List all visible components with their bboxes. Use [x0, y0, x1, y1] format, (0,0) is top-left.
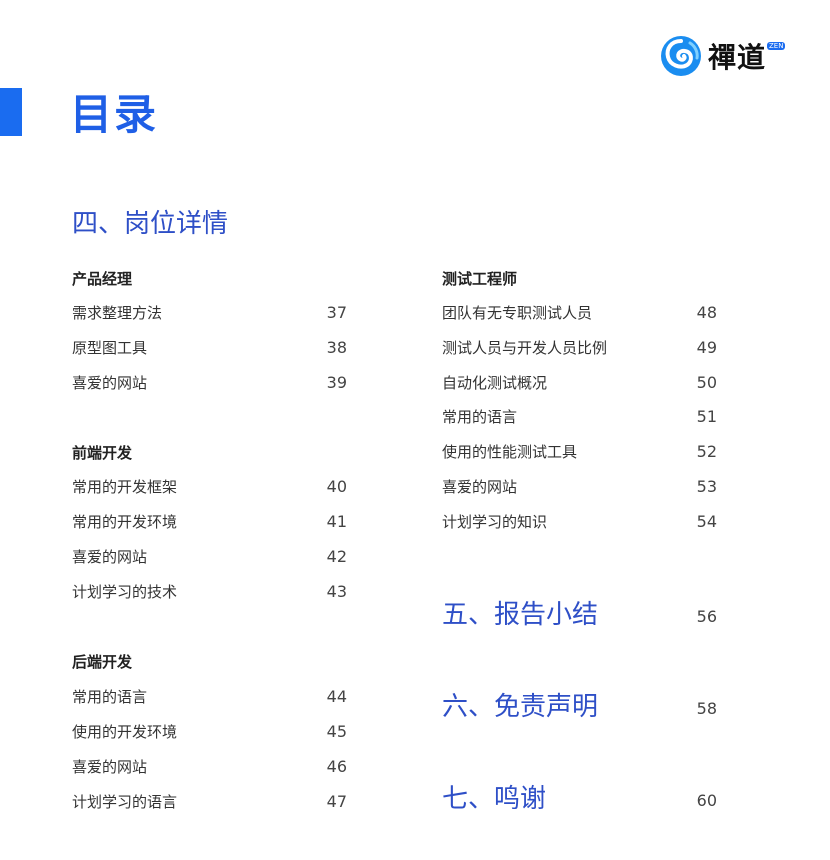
- toc-entry-page: 44: [326, 686, 347, 706]
- toc-entry-page: 37: [326, 302, 347, 322]
- toc-entry-label: 测试人员与开发人员比例: [442, 338, 608, 357]
- toc-entry[interactable]: 常用的语言 51: [442, 405, 717, 427]
- toc-entry-label: 计划学习的知识: [442, 512, 548, 531]
- toc-entry-label: 团队有无专职测试人员: [442, 303, 593, 322]
- logo-badge: ZEN: [767, 42, 786, 50]
- title-accent-bar: [0, 88, 22, 136]
- toc-entry-page: 47: [326, 791, 347, 811]
- toc-entry-label: 常用的语言: [442, 407, 518, 426]
- toc-entry-label: 原型图工具: [72, 338, 148, 357]
- toc-entry[interactable]: 常用的语言 44: [72, 685, 347, 707]
- toc-entry-label: 计划学习的语言: [72, 792, 178, 811]
- toc-entry[interactable]: 喜爱的网站 42: [72, 545, 347, 567]
- toc-entry[interactable]: 使用的开发环境 45: [72, 720, 347, 742]
- toc-entry[interactable]: 团队有无专职测试人员 48: [442, 301, 717, 323]
- toc-entry-label: 喜爱的网站: [72, 373, 148, 392]
- toc-section-disclaimer[interactable]: 六、免责声明 58: [442, 684, 717, 724]
- logo-text: 禪道: [708, 41, 767, 74]
- zentao-logo-icon: [661, 36, 701, 76]
- toc-entry-label: 喜爱的网站: [72, 547, 148, 566]
- toc-entry-label: 喜爱的网站: [72, 757, 148, 776]
- toc-entry-page: 53: [696, 476, 717, 496]
- group-title-backend: 后端开发: [72, 653, 133, 671]
- toc-entry[interactable]: 原型图工具 38: [72, 336, 347, 358]
- page-title: 目录: [70, 90, 159, 139]
- toc-entry-label: 需求整理方法: [72, 303, 163, 322]
- toc-entry-page: 39: [326, 372, 347, 392]
- group-title-test-engineer: 测试工程师: [442, 270, 518, 288]
- toc-section-page: 58: [696, 698, 717, 718]
- toc-section-summary[interactable]: 五、报告小结 56: [442, 592, 717, 632]
- toc-entry-label: 喜爱的网站: [442, 477, 518, 496]
- toc-entry-label: 使用的性能测试工具: [442, 442, 578, 461]
- toc-section-label: 五、报告小结: [442, 599, 599, 630]
- toc-entry[interactable]: 常用的开发环境 41: [72, 510, 347, 532]
- toc-entry-label: 常用的开发框架: [72, 477, 178, 496]
- toc-section-acknowledgements[interactable]: 七、鸣谢 60: [442, 776, 717, 816]
- toc-entry[interactable]: 喜爱的网站 46: [72, 755, 347, 777]
- group-title-product-manager: 产品经理: [72, 270, 133, 288]
- toc-entry-page: 40: [326, 476, 347, 496]
- toc-entry-page: 46: [326, 756, 347, 776]
- toc-entry[interactable]: 喜爱的网站 53: [442, 475, 717, 497]
- toc-entry[interactable]: 计划学习的技术 43: [72, 580, 347, 602]
- toc-section-page: 60: [696, 790, 717, 810]
- toc-entry-page: 41: [326, 511, 347, 531]
- toc-entry-label: 常用的语言: [72, 687, 148, 706]
- section-4-heading: 四、岗位详情: [72, 209, 229, 239]
- toc-section-page: 56: [696, 606, 717, 626]
- toc-entry-page: 49: [696, 337, 717, 357]
- toc-entry[interactable]: 常用的开发框架 40: [72, 475, 347, 497]
- toc-entry[interactable]: 计划学习的语言 47: [72, 790, 347, 812]
- toc-entry[interactable]: 自动化测试概况 50: [442, 371, 717, 393]
- toc-entry-label: 计划学习的技术: [72, 582, 178, 601]
- toc-section-label: 七、鸣谢: [442, 783, 547, 814]
- toc-entry[interactable]: 计划学习的知识 54: [442, 510, 717, 532]
- toc-entry-page: 42: [326, 546, 347, 566]
- toc-entry-label: 使用的开发环境: [72, 722, 178, 741]
- toc-entry[interactable]: 喜爱的网站 39: [72, 371, 347, 393]
- toc-entry-page: 48: [696, 302, 717, 322]
- brand-logo: 禪道 ZEN: [660, 34, 786, 78]
- toc-entry-page: 50: [696, 372, 717, 392]
- toc-entry[interactable]: 需求整理方法 37: [72, 301, 347, 323]
- toc-entry-page: 43: [326, 581, 347, 601]
- toc-entry-page: 38: [326, 337, 347, 357]
- toc-entry-page: 51: [696, 406, 717, 426]
- toc-entry[interactable]: 使用的性能测试工具 52: [442, 440, 717, 462]
- toc-entry-label: 自动化测试概况: [442, 373, 548, 392]
- toc-section-label: 六、免责声明: [442, 691, 599, 722]
- group-title-frontend: 前端开发: [72, 444, 133, 462]
- toc-entry-page: 52: [696, 441, 717, 461]
- toc-entry-page: 54: [696, 511, 717, 531]
- toc-entry[interactable]: 测试人员与开发人员比例 49: [442, 336, 717, 358]
- toc-entry-label: 常用的开发环境: [72, 512, 178, 531]
- toc-entry-page: 45: [326, 721, 347, 741]
